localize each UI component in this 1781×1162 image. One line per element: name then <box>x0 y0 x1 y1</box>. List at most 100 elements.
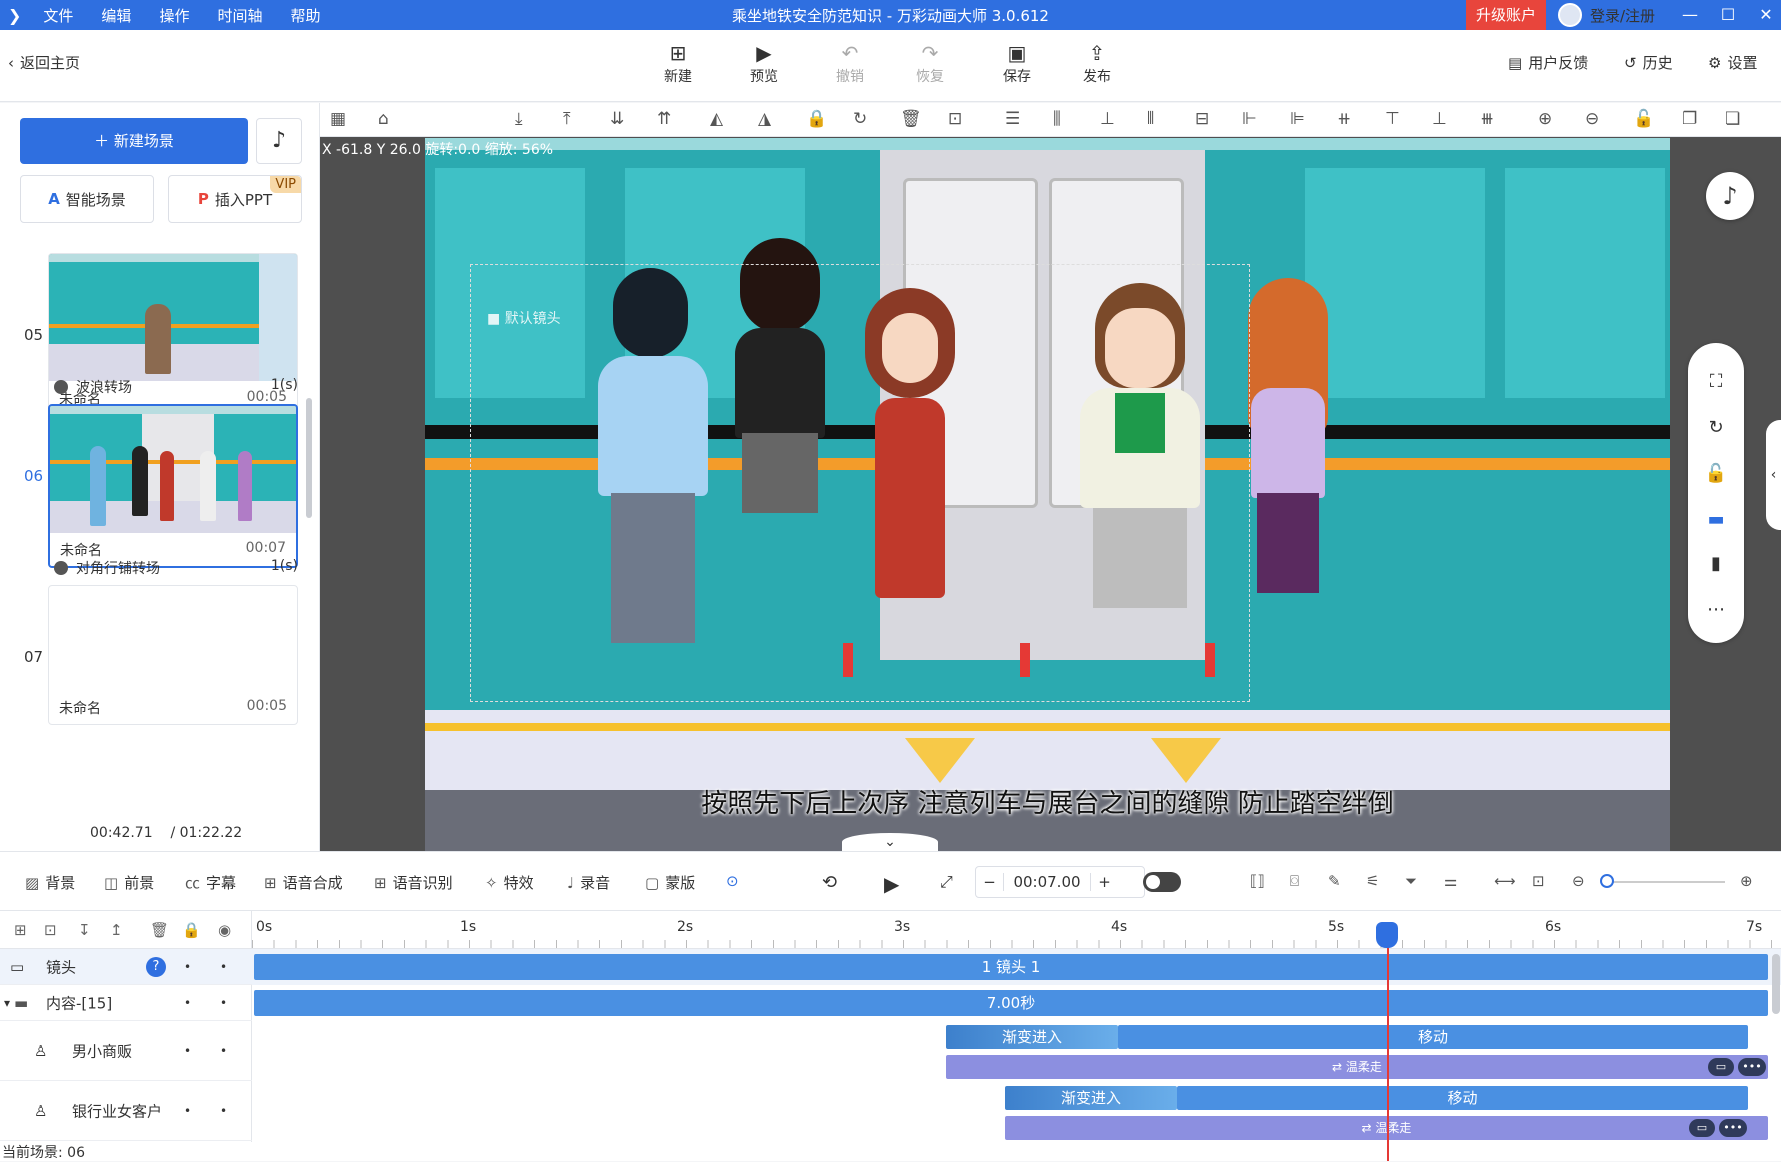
login-button[interactable]: 登录/注册 <box>1558 0 1655 30</box>
delete-icon[interactable]: 🗑 <box>900 109 922 129</box>
caption-button[interactable]: ㏄字幕 <box>185 872 236 893</box>
timeline-ruler[interactable]: 0s 1s 2s 3s 4s 5s 6s 7s <box>252 911 1781 949</box>
new-button[interactable]: ⊞ 新建 <box>648 40 708 86</box>
zoom-slider-handle[interactable] <box>1600 874 1614 888</box>
transition-item[interactable]: 对角行铺转场 1(s) <box>54 558 298 578</box>
filter-button[interactable]: ⏷ <box>1405 872 1417 890</box>
adjust-button[interactable]: ⚌ <box>1444 872 1457 890</box>
rotate-icon[interactable]: ↻ <box>853 109 867 129</box>
split-button[interactable]: ⚟ <box>1366 872 1379 890</box>
monitor-icon[interactable]: ▬ <box>1688 509 1744 530</box>
publish-button[interactable]: ⇪ 发布 <box>1067 40 1127 86</box>
back-home-button[interactable]: ‹ 返回主页 <box>8 52 80 73</box>
collapse-panel-button[interactable]: ‹ <box>1766 420 1781 530</box>
copy-icon[interactable]: ❐ <box>1682 109 1697 129</box>
timeline-scrollbar[interactable] <box>1772 954 1780 1014</box>
collapse-bottom-button[interactable]: ⌄ <box>842 833 938 851</box>
undo-button[interactable]: ↶ 撤销 <box>820 40 880 86</box>
grid-icon[interactable]: ▦ <box>330 109 346 129</box>
snapshot-button[interactable]: ⌼ <box>1290 872 1299 890</box>
transition-item[interactable]: 波浪转场 1(s) <box>54 377 298 397</box>
layer-character[interactable]: ♙ 银行业女客户 • • <box>0 1081 252 1141</box>
play-button[interactable]: ▶ <box>884 872 899 896</box>
lock-icon[interactable]: 🔒 <box>806 109 827 129</box>
plus-icon[interactable]: + <box>1090 873 1118 891</box>
dot[interactable]: • <box>220 1044 227 1058</box>
time-input[interactable]: 00:07.00 <box>1004 873 1090 891</box>
timeline-zoom-in[interactable]: ⊕ <box>1740 872 1753 890</box>
menu-edit[interactable]: 编辑 <box>89 5 143 26</box>
camera-frame[interactable] <box>470 264 1250 702</box>
center-v-icon[interactable]: ⧻ <box>1480 109 1494 129</box>
fullscreen-button[interactable]: ⤢ <box>940 872 953 892</box>
actual-size-button[interactable]: ⊡ <box>1532 872 1545 890</box>
more-icon[interactable]: ••• <box>1738 1058 1766 1076</box>
minimize-icon[interactable]: — <box>1672 0 1708 30</box>
scene-card-selected[interactable]: 未命名 00:07 <box>48 404 298 568</box>
time-stepper[interactable]: − 00:07.00 + <box>975 866 1145 898</box>
timeline-zoom-out[interactable]: ⊖ <box>1572 872 1585 890</box>
new-scene-button[interactable]: ＋ 新建场景 <box>20 118 248 164</box>
smart-scene-button[interactable]: A 智能场景 <box>20 175 154 223</box>
bring-forward-icon[interactable]: ⇈ <box>657 109 671 129</box>
move-bar[interactable]: 移动 <box>1177 1086 1748 1110</box>
top-align-icon[interactable]: ⊤ <box>1385 109 1400 129</box>
align-top-icon[interactable]: ☰ <box>1005 109 1020 129</box>
send-backward-icon[interactable]: ⇊ <box>610 109 624 129</box>
align-bottom-icon[interactable]: ⊥ <box>1100 109 1115 129</box>
fade-in-bar[interactable]: 渐变进入 <box>946 1025 1118 1049</box>
record-button[interactable]: ♩ 录音 <box>567 872 610 893</box>
zoom-in-icon[interactable]: ⊕ <box>1538 109 1552 129</box>
character-woman-purple[interactable] <box>1243 278 1333 678</box>
music-button[interactable]: ♪ <box>256 118 302 164</box>
eye-icon[interactable]: ◉ <box>218 921 231 939</box>
rotate-icon[interactable]: ↻ <box>1688 417 1744 438</box>
foreground-button[interactable]: ◫ 前景 <box>104 872 154 893</box>
more-icon[interactable]: ⋯ <box>1688 599 1744 620</box>
home-icon[interactable]: ⌂ <box>378 109 389 129</box>
stage-canvas[interactable]: ■ 默认镜头 按照先下后上次序 注意列车与展台之间的缝隙 防止踏空绊倒 <box>425 138 1670 851</box>
playhead-line[interactable] <box>1387 924 1389 1161</box>
align-left-icon[interactable]: ⊟ <box>1195 109 1209 129</box>
center-h-icon[interactable]: ⧺ <box>1337 109 1351 129</box>
music-note-icon[interactable]: ♪ <box>1706 172 1754 220</box>
phone-icon[interactable]: ▮ <box>1688 553 1744 574</box>
move-up-icon[interactable]: ↥ <box>110 921 123 939</box>
comment-icon[interactable]: ▭ <box>1689 1119 1715 1137</box>
asr-button[interactable]: ⊞ 语音识别 <box>374 872 453 893</box>
dot[interactable]: • <box>184 1044 191 1058</box>
comment-icon[interactable]: ▭ <box>1708 1058 1734 1076</box>
fit-icon[interactable]: ⊡ <box>948 109 962 129</box>
align-right-icon[interactable]: ⊫ <box>1290 109 1305 129</box>
feedback-button[interactable]: ▤ 用户反馈 <box>1508 52 1588 73</box>
replay-button[interactable]: ⟲ <box>822 872 837 893</box>
add-folder-icon[interactable]: ⊞ <box>14 921 27 939</box>
camera-tool-button[interactable]: ⟦⟧ <box>1250 872 1265 890</box>
edit-button[interactable]: ✎ <box>1328 872 1341 890</box>
bottom-align-icon[interactable]: ⊥ <box>1432 109 1447 129</box>
upgrade-account-button[interactable]: 升级账户 <box>1466 0 1547 30</box>
close-icon[interactable]: ✕ <box>1748 0 1781 30</box>
move-bar[interactable]: 移动 <box>1118 1025 1748 1049</box>
unlock-icon[interactable]: 🔓 <box>1633 109 1654 129</box>
dot[interactable]: • <box>184 1104 191 1118</box>
dot[interactable]: • <box>220 996 227 1010</box>
walk-action-bar[interactable]: ⇄ 温柔走 <box>946 1055 1768 1079</box>
bring-up-icon[interactable]: ⤒ <box>563 109 571 129</box>
dot[interactable]: • <box>184 960 191 974</box>
scene-card[interactable]: 未命名 00:05 <box>48 585 298 725</box>
layer-camera[interactable]: ▭ 镜头 ? • • <box>0 949 252 985</box>
fullscreen-icon[interactable]: ⛶ <box>1688 371 1744 392</box>
help-icon[interactable]: ? <box>146 956 166 977</box>
insert-ppt-button[interactable]: P 插入PPT VIP <box>168 175 302 223</box>
lock-icon[interactable]: 🔒 <box>182 921 201 939</box>
maximize-icon[interactable]: ☐ <box>1710 0 1746 30</box>
timeline-zoom-slider[interactable] <box>1605 881 1725 883</box>
more-icon[interactable]: ••• <box>1719 1119 1747 1137</box>
content-track-bar[interactable]: 7.00秒 <box>254 990 1768 1016</box>
flip-vertical-icon[interactable]: ◮ <box>758 109 771 129</box>
subtitle-text[interactable]: 按照先下后上次序 注意列车与展台之间的缝隙 防止踏空绊倒 <box>425 783 1670 820</box>
fade-in-bar[interactable]: 渐变进入 <box>1005 1086 1177 1110</box>
menu-file[interactable]: 文件 <box>31 5 85 26</box>
align-middle-icon[interactable]: ⫼ <box>1053 109 1061 129</box>
